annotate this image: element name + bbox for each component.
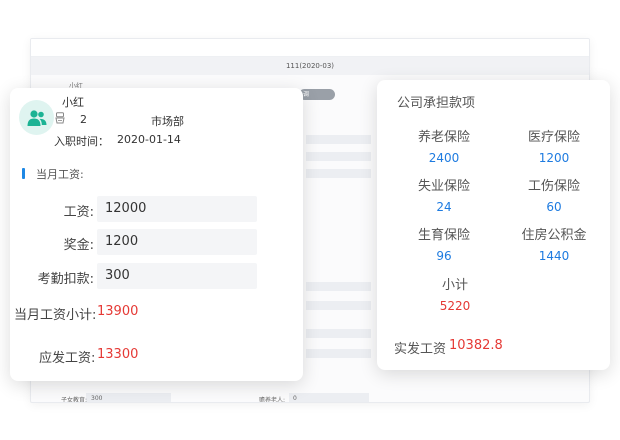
pension-insurance-label: 养老保险	[417, 130, 470, 145]
work-injury-insurance-item: 工伤保险 60	[504, 175, 604, 214]
background-field	[306, 135, 371, 144]
id-card-icon	[55, 112, 65, 124]
company-subtotal-item: 小计 5220	[405, 274, 505, 313]
section-marker	[22, 168, 25, 179]
monthly-subtotal-value: 13900	[97, 304, 139, 319]
medical-insurance-value: 1200	[538, 151, 570, 165]
company-contributions-card: 公司承担款项 养老保险 2400 医疗保险 1200 失业保险 24 工伤保险 …	[377, 80, 610, 370]
background-field	[306, 301, 371, 310]
background-child-education-value: 300	[91, 395, 103, 402]
bonus-field[interactable]: 1200	[97, 229, 257, 255]
company-subtotal-label: 小计	[441, 278, 468, 293]
monthly-subtotal-label: 当月工资小计:	[14, 308, 97, 323]
background-header	[31, 39, 589, 57]
payable-salary-label: 应发工资:	[39, 351, 96, 366]
background-field	[306, 152, 371, 161]
employee-number: 2	[80, 113, 87, 126]
unemployment-insurance-value: 24	[436, 200, 452, 214]
attendance-deduction-field[interactable]: 300	[97, 263, 257, 289]
maternity-insurance-item: 生育保险 96	[394, 224, 494, 263]
work-injury-insurance-value: 60	[546, 200, 562, 214]
join-date-value: 2020-01-14	[117, 133, 181, 146]
employee-name: 小红	[62, 96, 84, 109]
background-elderly-support-value: 0	[293, 395, 297, 402]
housing-fund-label: 住房公积金	[521, 228, 587, 243]
maternity-insurance-label: 生育保险	[417, 228, 470, 243]
housing-fund-value: 1440	[538, 249, 570, 263]
pension-insurance-item: 养老保险 2400	[394, 126, 494, 165]
employee-department: 市场部	[151, 115, 184, 128]
background-field	[306, 329, 371, 338]
housing-fund-item: 住房公积金 1440	[504, 224, 604, 263]
background-period-title: 111(2020-03)	[31, 57, 589, 75]
work-injury-insurance-label: 工伤保险	[527, 179, 580, 194]
pension-insurance-value: 2400	[428, 151, 460, 165]
base-salary-field[interactable]: 12000	[97, 196, 257, 222]
background-pill-button[interactable]: 调	[299, 89, 335, 100]
employee-salary-card: 小红 2 市场部 入职时间： 2020-01-14 当月工资: 工资: 1200…	[10, 88, 303, 381]
avatar	[19, 100, 54, 135]
background-child-education-label: 子女教育:	[61, 397, 88, 403]
base-salary-label: 工资:	[63, 205, 94, 220]
monthly-salary-section-title: 当月工资:	[36, 168, 84, 181]
payable-salary-value: 13300	[97, 347, 139, 362]
user-group-icon	[27, 109, 46, 126]
background-elderly-support-label: 赡养老人:	[259, 397, 286, 403]
maternity-insurance-value: 96	[436, 249, 452, 263]
actual-salary-label: 实发工资	[394, 342, 447, 357]
unemployment-insurance-label: 失业保险	[417, 179, 470, 194]
company-subtotal-value: 5220	[439, 299, 471, 313]
background-field	[306, 169, 371, 178]
background-field	[289, 393, 369, 402]
medical-insurance-item: 医疗保险 1200	[504, 126, 604, 165]
company-contributions-title: 公司承担款项	[397, 96, 476, 111]
background-field	[306, 282, 371, 291]
actual-salary-value: 10382.8	[449, 338, 503, 353]
unemployment-insurance-item: 失业保险 24	[394, 175, 494, 214]
medical-insurance-label: 医疗保险	[527, 130, 580, 145]
background-field	[306, 349, 371, 358]
join-date-label: 入职时间：	[54, 135, 109, 148]
attendance-deduction-label: 考勤扣款:	[37, 272, 94, 287]
bonus-label: 奖金:	[63, 238, 94, 253]
